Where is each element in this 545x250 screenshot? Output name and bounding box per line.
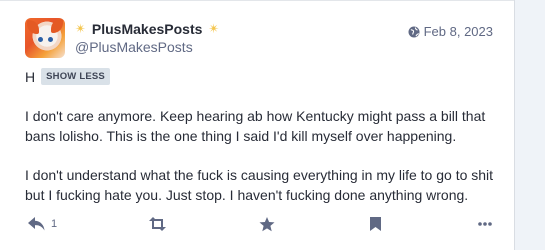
content-warning-text: H xyxy=(25,68,36,85)
content-warning: H SHOW LESS xyxy=(25,68,110,85)
status-card: ✴ PlusMakesPosts ✴ @PlusMakesPosts Feb 8… xyxy=(0,0,515,250)
display-name[interactable]: ✴ PlusMakesPosts ✴ xyxy=(75,21,219,37)
reply-count: 1 xyxy=(51,218,58,230)
more-button[interactable] xyxy=(478,214,492,234)
status-paragraph: I don't care anymore. Keep hearing ab ho… xyxy=(25,108,486,144)
reply-button[interactable]: 1 xyxy=(28,214,57,234)
more-icon xyxy=(478,222,492,226)
post-date-link[interactable]: Feb 8, 2023 xyxy=(408,24,493,39)
status-paragraph: I don't understand what the fuck is caus… xyxy=(25,167,494,203)
star-icon xyxy=(259,216,275,231)
globe-icon xyxy=(408,26,420,37)
sparkle-icon: ✴ xyxy=(208,21,220,36)
username[interactable]: @PlusMakesPosts xyxy=(75,39,193,55)
bookmark-button[interactable] xyxy=(370,214,381,234)
card-top-border xyxy=(0,0,514,4)
status-content: I don't care anymore. Keep hearing ab ho… xyxy=(25,106,495,224)
action-bar: 1 xyxy=(28,214,494,234)
boost-icon xyxy=(149,217,166,231)
reply-icon xyxy=(28,217,45,231)
show-less-button[interactable]: SHOW LESS xyxy=(41,68,110,85)
sparkle-icon: ✴ xyxy=(75,21,86,36)
post-date: Feb 8, 2023 xyxy=(423,24,493,39)
boost-button[interactable] xyxy=(148,214,167,234)
favourite-button[interactable] xyxy=(259,214,275,234)
bookmark-icon xyxy=(370,217,381,231)
display-name-text: PlusMakesPosts xyxy=(91,21,203,37)
avatar[interactable] xyxy=(25,18,65,58)
